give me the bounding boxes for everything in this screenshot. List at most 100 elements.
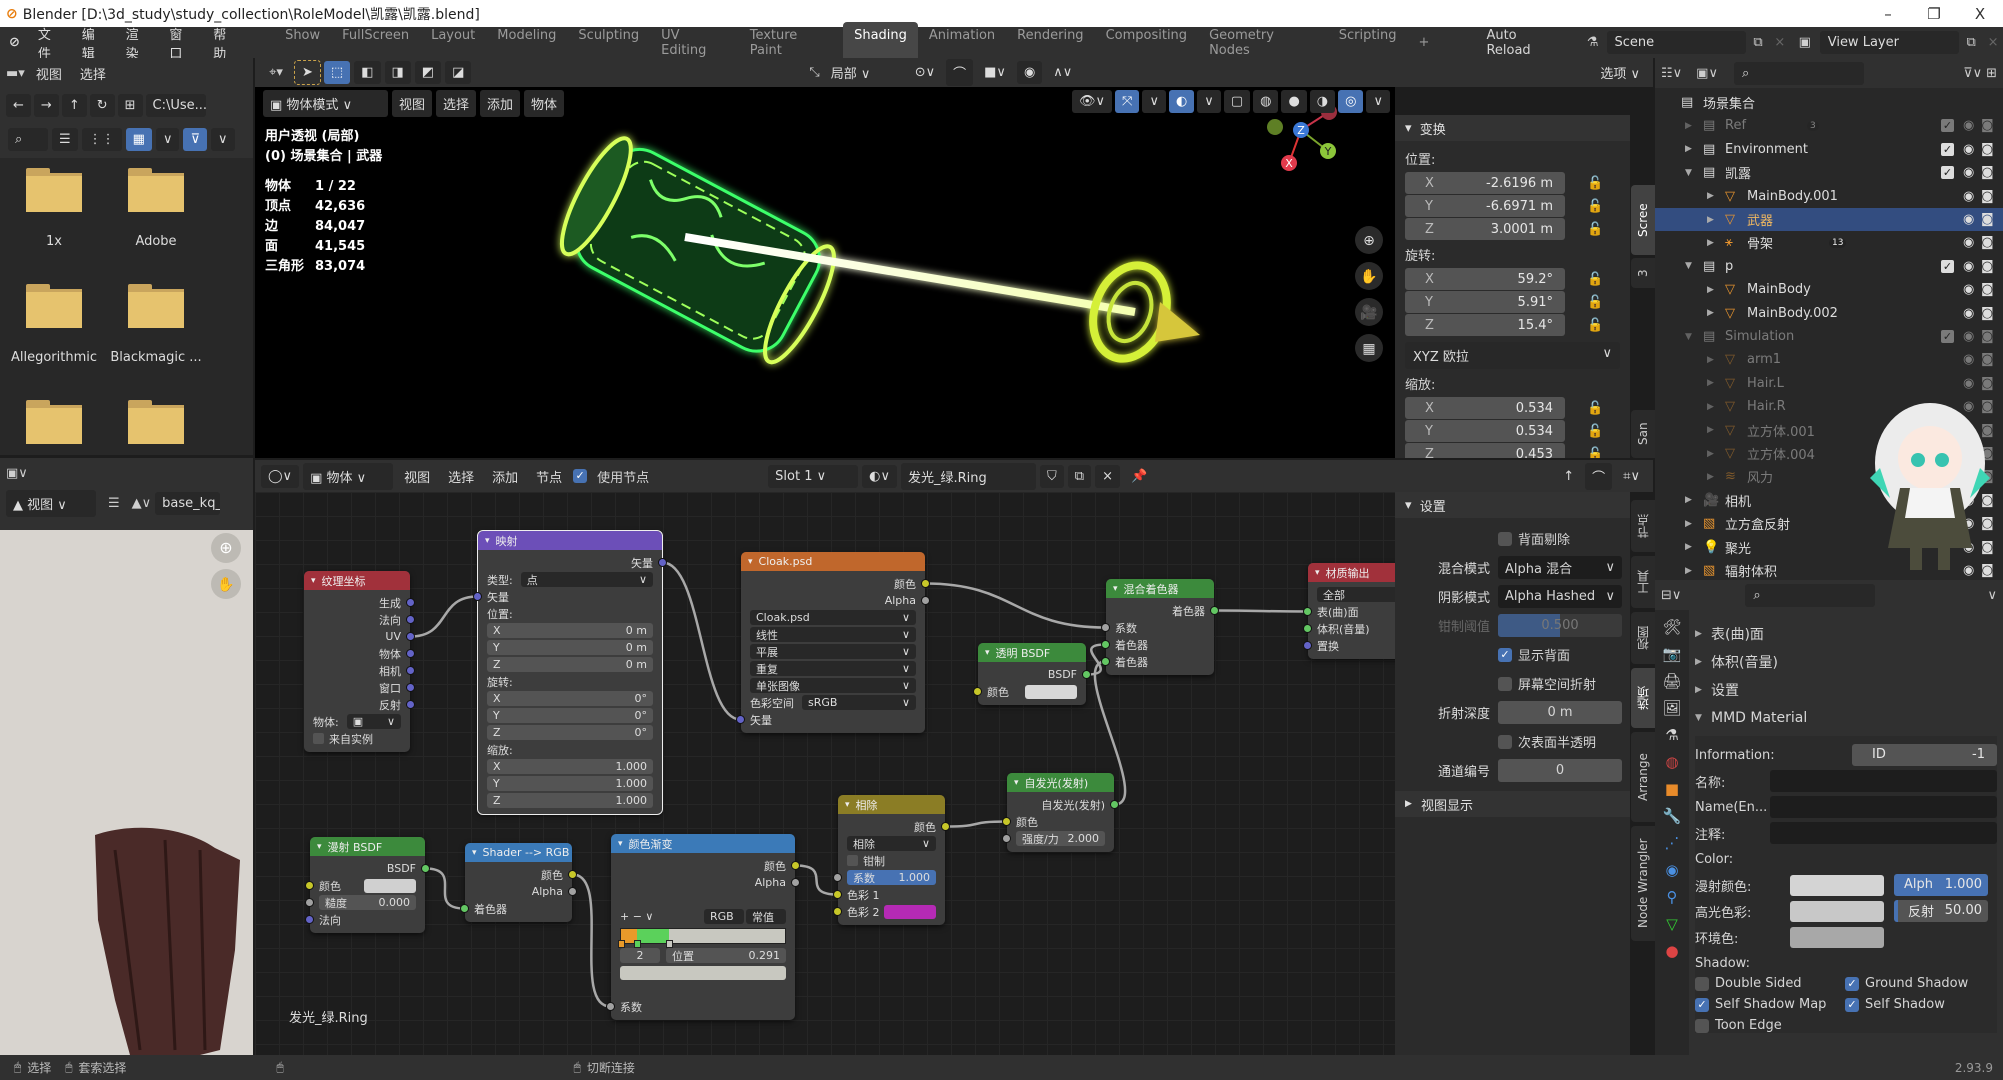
- folder-icon[interactable]: [26, 284, 82, 328]
- scene-icon[interactable]: ⚗: [1579, 35, 1607, 50]
- viewport-menu-add[interactable]: 添加: [480, 90, 521, 117]
- expand-arrow-icon[interactable]: ▶: [1707, 378, 1714, 388]
- node-link[interactable]: [410, 595, 478, 638]
- output-socket[interactable]: [406, 649, 415, 658]
- list-horizontal-icon[interactable]: ⋮⋮: [81, 128, 122, 151]
- output-socket[interactable]: [791, 861, 800, 870]
- expand-arrow-icon[interactable]: ▶: [1707, 191, 1714, 201]
- camera-render-icon[interactable]: ◙: [1981, 118, 1994, 133]
- node-dropdown[interactable]: 平展 ∨: [750, 644, 916, 659]
- sss_translucency-checkbox[interactable]: [1498, 734, 1512, 749]
- forward-icon[interactable]: →: [33, 94, 59, 117]
- lock-icon[interactable]: 🔓: [1587, 222, 1603, 237]
- backface_culling-checkbox[interactable]: [1498, 531, 1512, 546]
- node-editor-type-icon[interactable]: ◯∨: [261, 464, 300, 488]
- scene-tab-icon[interactable]: ⚗: [1665, 726, 1678, 744]
- viewport-menu-select[interactable]: 选择: [436, 90, 477, 117]
- gizmo-dropdown[interactable]: ∨: [1142, 90, 1166, 113]
- input-socket[interactable]: [305, 915, 314, 924]
- output-socket[interactable]: [921, 579, 930, 588]
- lock-icon[interactable]: 🔓: [1587, 199, 1603, 214]
- ramp-stop-index[interactable]: 2: [620, 948, 660, 963]
- output-socket[interactable]: [406, 615, 415, 624]
- node-link[interactable]: [662, 561, 741, 721]
- expand-arrow-icon[interactable]: ▶: [1707, 425, 1714, 435]
- node-image[interactable]: Cloak.psd 颜色 Alpha Cloak.psd ∨ 线性 ∨ 平展 ∨ 重复 ∨ 单张图像 ∨…: [736, 552, 930, 733]
- blend_mode-dropdown[interactable]: Alpha 混合 ∨: [1498, 556, 1622, 579]
- outliner-row[interactable]: ▶ ▽ MainBody.001 ◉ ◙: [1655, 185, 2003, 208]
- node-header[interactable]: 颜色渐变: [611, 834, 795, 853]
- exclude-checkbox[interactable]: ✓: [1941, 119, 1954, 133]
- outliner-row[interactable]: ▼ ▤ 凯露 ✓ ◉ ◙: [1655, 161, 2003, 184]
- checkbox-self-shadow-map[interactable]: ✓ Self Shadow Map: [1695, 997, 1845, 1012]
- visibility-icon[interactable]: 👁∨: [1072, 90, 1113, 113]
- tab-工具[interactable]: 工具: [1631, 556, 1655, 608]
- input-socket[interactable]: [305, 881, 314, 890]
- tab-san[interactable]: San: [1631, 410, 1655, 458]
- pin-icon[interactable]: 📌: [1124, 465, 1154, 488]
- node-menu-view[interactable]: 视图: [397, 463, 437, 490]
- exclude-checkbox[interactable]: ✓: [1941, 330, 1954, 343]
- overlay-dropdown[interactable]: ∨: [1197, 90, 1221, 113]
- outliner-row[interactable]: ▼ ▤ p ✓ ◉ ◙: [1655, 255, 2003, 278]
- color-swatch[interactable]: [884, 904, 936, 919]
- viewport-display-panel[interactable]: ▶ 视图显示: [1395, 791, 1630, 817]
- node-value-field[interactable]: Y 0 m: [487, 640, 653, 655]
- refresh-icon[interactable]: ↻: [89, 94, 115, 117]
- thumbnails-icon[interactable]: ▦: [125, 128, 152, 151]
- color-mode-dropdown[interactable]: RGB: [704, 909, 744, 924]
- expand-arrow-icon[interactable]: ▶: [1707, 238, 1714, 248]
- expand-arrow-icon[interactable]: ▶: [1707, 215, 1714, 225]
- camera-render-icon[interactable]: ◙: [1981, 212, 1994, 227]
- eye-icon[interactable]: ◉: [1963, 142, 1974, 157]
- expand-arrow-icon[interactable]: ▶: [1685, 566, 1692, 576]
- view-layer-filter-icon[interactable]: ▣∨: [1696, 66, 1718, 81]
- tool-tab-icon[interactable]: 🛠: [1662, 618, 1681, 636]
- 3d-viewport[interactable]: ▣ 物体模式 ∨ 视图 选择 添加 物体 👁∨ ⤧ ∨ ◐ ∨ ▢ ◍ ● ◑ ◎ …: [255, 87, 1395, 458]
- object-tab-icon[interactable]: ■: [1665, 780, 1679, 798]
- tab-arrange[interactable]: Arrange: [1631, 732, 1655, 822]
- shading-dropdown[interactable]: ∨: [1366, 90, 1390, 113]
- node-link[interactable]: [572, 873, 611, 1008]
- new-view-layer-icon[interactable]: ⧉: [1959, 35, 1983, 50]
- output-socket[interactable]: [421, 864, 430, 873]
- ramp-stop-color[interactable]: [620, 965, 786, 980]
- image-canvas[interactable]: ⊕ ✋: [0, 530, 253, 1055]
- maximize-button[interactable]: ❐: [1911, 5, 1957, 23]
- folder-icon[interactable]: [128, 400, 184, 444]
- node-dropdown[interactable]: 单张图像 ∨: [750, 678, 916, 693]
- close-button[interactable]: X: [1957, 5, 2003, 23]
- select-intersect-icon[interactable]: ◪: [445, 61, 472, 84]
- checkbox-double-sided[interactable]: Double Sided: [1695, 976, 1845, 991]
- exclude-checkbox[interactable]: ✓: [1941, 166, 1954, 180]
- input-socket[interactable]: [973, 687, 982, 696]
- use-nodes-checkbox[interactable]: ✓: [573, 469, 588, 483]
- cursor-tool-icon[interactable]: ⌖▾: [261, 65, 291, 80]
- list-vertical-icon[interactable]: ☰: [52, 128, 78, 151]
- camera-render-icon[interactable]: ◙: [1981, 329, 1994, 344]
- name-field[interactable]: [1770, 770, 1997, 792]
- lock-icon[interactable]: 🔓: [1587, 424, 1603, 439]
- menu-0[interactable]: 文件: [29, 24, 73, 62]
- transform-panel-header[interactable]: ▾ 变换: [1395, 115, 1630, 141]
- outliner-row[interactable]: ▤ 场景集合: [1655, 91, 2003, 114]
- solid-shading-icon[interactable]: ●: [1281, 90, 1307, 113]
- gizmo-neg-y[interactable]: [1267, 119, 1283, 135]
- image-browse-icon[interactable]: ▲∨: [132, 496, 152, 511]
- display-mode-icon[interactable]: ☷∨: [1661, 66, 1682, 81]
- lock-icon[interactable]: 🔓: [1587, 295, 1603, 310]
- input-socket[interactable]: [1002, 834, 1011, 843]
- filter-icon[interactable]: ⊽: [183, 128, 207, 151]
- output-socket[interactable]: [941, 822, 950, 831]
- rendered-shading-icon[interactable]: ◎: [1338, 90, 1364, 113]
- checkbox-box[interactable]: ✓: [1695, 997, 1709, 1012]
- output-socket[interactable]: [1082, 670, 1091, 679]
- folder-icon[interactable]: [26, 168, 82, 212]
- node-link[interactable]: [1214, 609, 1308, 613]
- properties-search[interactable]: ⌕: [1745, 583, 1876, 607]
- camera-render-icon[interactable]: ◙: [1981, 235, 1994, 250]
- outliner-row[interactable]: ▼ ▤ Simulation ✓ ◉ ◙: [1655, 325, 2003, 348]
- node-value-field[interactable]: X 1.000: [487, 759, 653, 774]
- overlay-toggle-icon[interactable]: ◐: [1168, 90, 1195, 113]
- node-value-field[interactable]: 系数 1.000: [847, 870, 936, 885]
